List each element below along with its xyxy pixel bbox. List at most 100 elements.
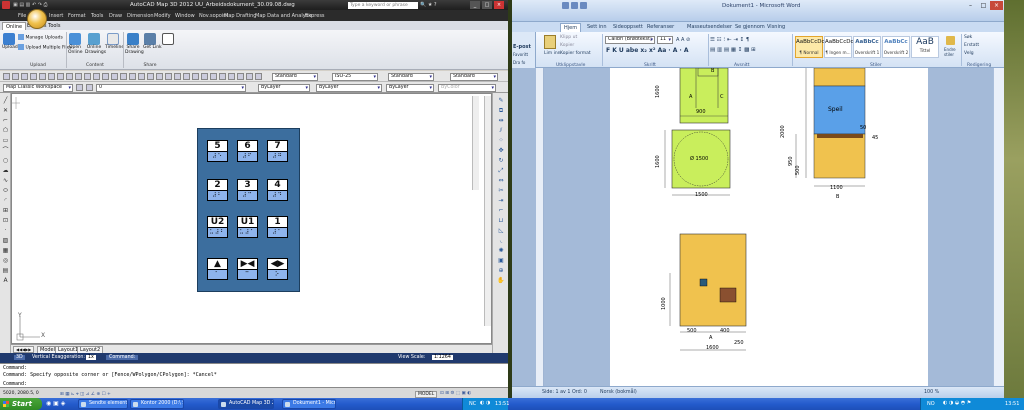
offset-icon[interactable]: ⫽ [497, 127, 505, 135]
table-style-select[interactable]: Standard [388, 73, 434, 81]
point-icon[interactable]: · [2, 227, 9, 234]
break-icon[interactable]: ⌐ [497, 207, 505, 215]
taskbar-item-autocad[interactable]: AutoCAD Map 3D 201... [218, 399, 274, 409]
extend-icon[interactable]: ⇥ [497, 197, 505, 205]
drafting-toggles[interactable]: ⊞ ▦ ⊾ ⌖ ◫ ⊿ ∠ ⊕ ☐ + [60, 391, 111, 397]
menu-window[interactable]: Window [175, 13, 195, 19]
command-window[interactable]: Command: Command: Specify opposite corne… [0, 363, 508, 387]
font-format-buttons[interactable]: F K U abe x₂ x² Aa ∙ A ∙ A [606, 47, 688, 54]
upload-button[interactable]: Upload [2, 33, 18, 50]
mode-3d-button[interactable]: 3D [14, 355, 25, 360]
tool-icon[interactable] [30, 73, 37, 80]
revcloud-icon[interactable]: ☁ [2, 167, 9, 174]
stretch-icon[interactable]: ⇔ [497, 177, 505, 185]
tool-icon[interactable] [66, 73, 73, 80]
qat-icons[interactable]: ▣ ▤ ▥ ↶ ↷ ⎙ [13, 2, 48, 8]
cut-button[interactable]: Klipp ut [560, 35, 577, 40]
maximize-button[interactable]: □ [482, 1, 492, 9]
model-space-button[interactable]: MODEL [415, 391, 438, 398]
zoom-level[interactable]: 100 % [924, 390, 939, 395]
layer-select[interactable]: 0 [96, 84, 246, 92]
menu-format[interactable]: Format [68, 13, 86, 19]
fillet-icon[interactable]: ◟ [497, 237, 505, 245]
tool-icon[interactable] [156, 73, 163, 80]
menu-map-drafting[interactable]: Map Drafting [224, 13, 256, 19]
taskbar-item-word[interactable]: Dokument1 - Microsof... [282, 399, 336, 409]
tool-icon[interactable] [165, 73, 172, 80]
linetype-select[interactable]: ByLayer [316, 84, 382, 92]
spline-icon[interactable]: ∿ [2, 177, 9, 184]
rectangle-icon[interactable]: ▭ [2, 137, 9, 144]
insert-block-icon[interactable]: ⊞ [2, 207, 9, 214]
tool-icon[interactable] [192, 73, 199, 80]
change-styles-icon[interactable] [946, 36, 955, 45]
menu-dimension[interactable]: Dimension [127, 13, 154, 19]
rotate-icon[interactable]: ↻ [497, 157, 505, 165]
erase-icon[interactable]: ✎ [497, 97, 505, 105]
style-no-spacing[interactable]: AaBbCcDc ¶ Ingen m... [824, 36, 854, 58]
tool-icon[interactable] [111, 73, 118, 80]
tool-icon[interactable] [39, 73, 46, 80]
mleader-style-select[interactable]: Standard [450, 73, 498, 81]
get-link-button[interactable]: Get Link [143, 33, 162, 50]
tool-icon[interactable] [237, 73, 244, 80]
save-icon[interactable] [562, 2, 569, 9]
tool-icon[interactable] [174, 73, 181, 80]
tool-icon[interactable] [255, 73, 262, 80]
font-size-buttons[interactable]: A A ⊘ [676, 37, 690, 43]
tool-icon[interactable] [84, 73, 91, 80]
canvas-scrollbar[interactable] [484, 96, 491, 326]
array-icon[interactable]: ⁘ [497, 137, 505, 145]
lineweight-select[interactable]: ByLayer [386, 84, 434, 92]
language-indicator[interactable]: Norsk (bokmål) [600, 390, 637, 395]
style-normal[interactable]: AaBbCcDc ¶ Normal [795, 36, 825, 58]
tool-icon[interactable] [201, 73, 208, 80]
tool-icon[interactable] [228, 73, 235, 80]
replace-button[interactable]: Erstatt [964, 43, 979, 48]
office-button[interactable] [27, 9, 47, 29]
copy-button[interactable]: Kopier [560, 43, 574, 48]
language-indicator[interactable]: NO [927, 401, 935, 407]
menu-modify[interactable]: Modify [154, 13, 171, 19]
open-online-button[interactable]: Open Online [68, 33, 83, 55]
word-maximize-button[interactable]: □ [977, 1, 990, 10]
tab-masseutsendelser[interactable]: Masseutsendelser [684, 23, 735, 31]
word-minimize-button[interactable]: – [964, 1, 977, 10]
style-heading-1[interactable]: AaBbCc Overskrift 1 [853, 36, 881, 58]
select-button[interactable]: Velg [964, 51, 974, 56]
text-style-select[interactable]: Standard [272, 73, 318, 81]
taskbar-item-outlook[interactable]: Sendte elementer - M... [78, 399, 128, 409]
font-name-select[interactable]: Calibri (Brødtekst) [605, 36, 655, 44]
undo-icon[interactable] [571, 2, 578, 9]
arc-icon[interactable]: ⌒ [2, 147, 9, 154]
properties-icon[interactable]: ▣ [497, 257, 505, 265]
word-close-button[interactable]: × [990, 1, 1003, 10]
ellipse-icon[interactable]: ⬭ [2, 187, 9, 194]
tool-icon[interactable] [57, 73, 64, 80]
paste-button[interactable]: Lim inn [544, 51, 561, 56]
page-count[interactable]: Side: 1 av 1 [542, 390, 570, 395]
dim-style-select[interactable]: ISO-25 [332, 73, 378, 81]
polyline-icon[interactable]: ⌐ [2, 117, 9, 124]
scale-icon[interactable]: ⤢ [497, 167, 505, 175]
start-button[interactable]: Start [0, 398, 42, 410]
tab-se-gjennom[interactable]: Se gjennom [732, 23, 768, 31]
taskbar-item-kontor[interactable]: Kontor 2000 (D:\ Sa... [130, 399, 184, 409]
tool-icon[interactable] [3, 73, 10, 80]
tab-nav-arrows[interactable]: ◀◀◀▶▶ [13, 346, 35, 353]
line-icon[interactable]: ╱ [2, 97, 9, 104]
find-button[interactable]: Søk [964, 35, 972, 40]
manage-uploads-button[interactable]: Manage Uploads [18, 34, 63, 41]
style-title[interactable]: AaB Tittel [911, 36, 939, 58]
autocad-search-input[interactable]: Type a keyword or phrase [348, 1, 418, 9]
tool-icon[interactable] [102, 73, 109, 80]
online-drawings-button[interactable]: Online Drawings [85, 33, 106, 55]
tool-icon[interactable] [147, 73, 154, 80]
join-icon[interactable]: ⊔ [497, 217, 505, 225]
copy-icon[interactable]: ⧉ [497, 107, 505, 115]
tool-icon[interactable] [219, 73, 226, 80]
tool-icon[interactable] [48, 73, 55, 80]
outlook-item[interactable]: Favoritt [513, 52, 528, 57]
help-icons[interactable]: 🔍 ★ ? [420, 2, 437, 8]
align-buttons[interactable]: ▤ ▥ ▤ ▦ ↕ ▩ ⊞ [710, 47, 756, 53]
